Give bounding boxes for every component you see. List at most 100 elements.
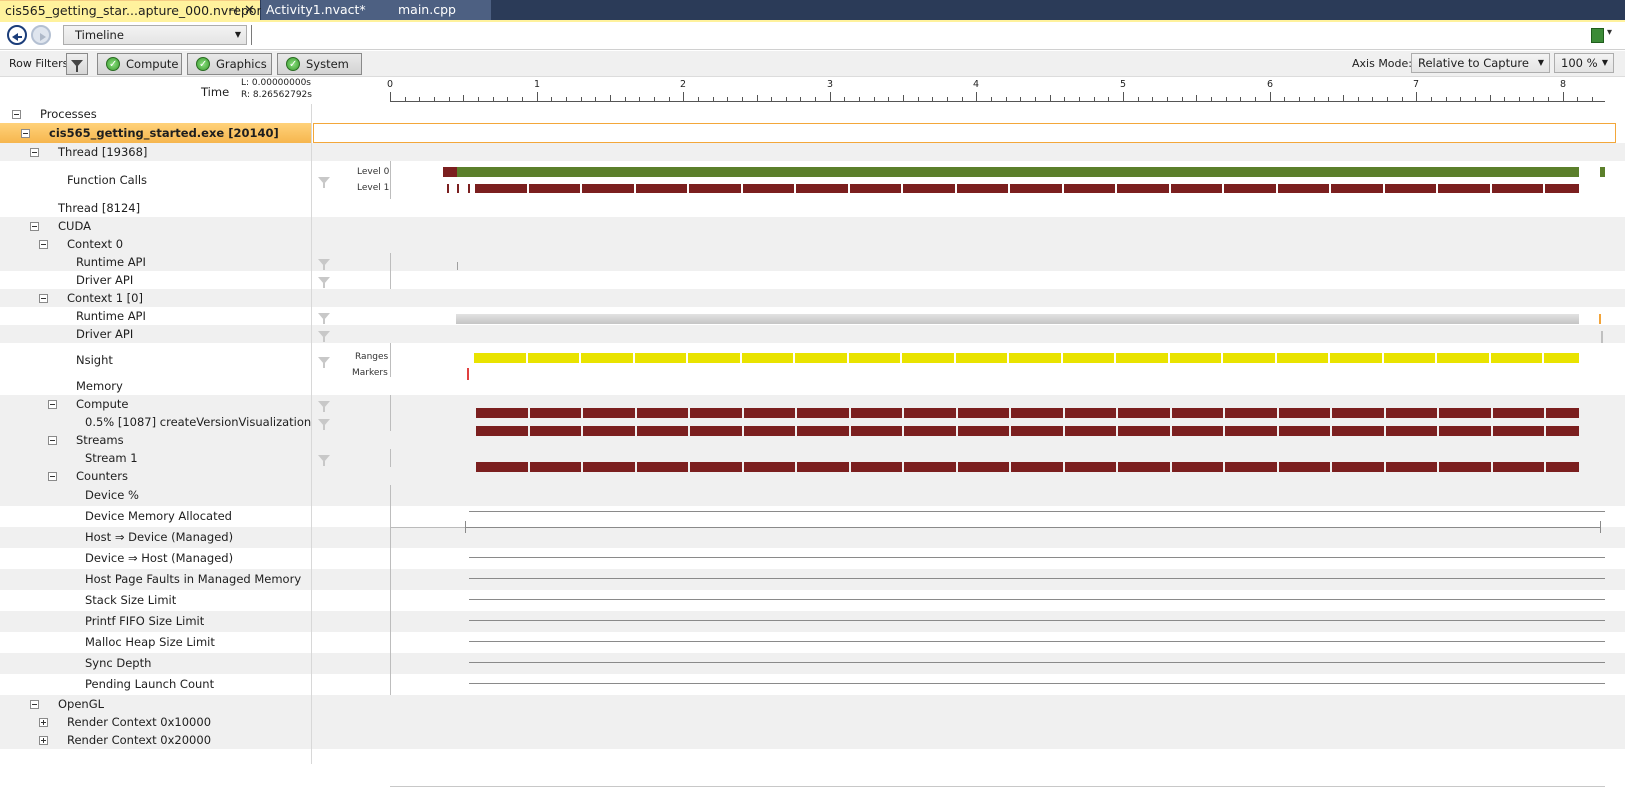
row-context1[interactable]: Context 1 [0] (0, 289, 1625, 307)
row-filter-icon[interactable] (318, 313, 330, 324)
row-device-pct[interactable]: Device % (0, 485, 1625, 506)
collapse-icon[interactable] (39, 294, 48, 303)
level1-call (849, 184, 901, 193)
row-memory[interactable]: Memory (0, 377, 1625, 395)
level1-call (689, 184, 741, 193)
collapse-icon[interactable] (48, 472, 57, 481)
nsight-range (1062, 353, 1114, 363)
expand-icon[interactable] (39, 736, 48, 745)
collapse-icon[interactable] (30, 700, 39, 709)
forward-button[interactable] (31, 25, 51, 45)
row-h2d[interactable]: Host ⇒ Device (Managed) (0, 527, 1625, 548)
zoom-select[interactable]: 100 % ▼ (1554, 53, 1614, 73)
row-filter-button[interactable] (66, 53, 88, 75)
collapse-icon[interactable] (30, 148, 39, 157)
kernel-launch (1332, 426, 1384, 436)
row-label: OpenGL (58, 697, 105, 711)
expand-icon[interactable] (39, 718, 48, 727)
level1-call (1170, 184, 1222, 193)
level1-call (475, 184, 527, 193)
compute-kernel (529, 408, 581, 418)
counter-line (469, 662, 1605, 663)
row-host-page-faults[interactable]: Host Page Faults in Managed Memory (0, 569, 1625, 590)
nsight-range (848, 353, 900, 363)
close-icon[interactable]: ✕ (244, 1, 255, 21)
row-filter-icon[interactable] (318, 331, 330, 342)
row-malloc-heap[interactable]: Malloc Heap Size Limit (0, 632, 1625, 653)
row-cuda[interactable]: CUDA (0, 217, 1625, 235)
compute-kernel (690, 408, 742, 418)
nsight-range (902, 353, 954, 363)
counter-line (469, 641, 1605, 642)
row-context0[interactable]: Context 0 (0, 235, 1625, 253)
row-filter-icon[interactable] (318, 259, 330, 270)
row-render-ctx1[interactable]: Render Context 0x10000 (0, 713, 1625, 731)
tab-activity[interactable]: Activity1.nvact* (261, 0, 384, 20)
row-pending-launch[interactable]: Pending Launch Count (0, 674, 1625, 695)
row-label: cis565_getting_started.exe [20140] (49, 126, 279, 140)
runtime-api-tick (457, 262, 458, 270)
axis-mode-select[interactable]: Relative to Capture ▼ (1411, 53, 1550, 73)
document-tab-bar: cis565_getting_star...apture_000.nvrepor… (0, 0, 1625, 20)
report-options-icon[interactable] (1591, 27, 1612, 43)
row-label: Device Memory Allocated (85, 509, 232, 523)
column-separator[interactable] (311, 104, 312, 764)
collapse-icon[interactable] (39, 240, 48, 249)
nsight-range (688, 353, 740, 363)
row-thread2[interactable]: Thread [8124] (0, 199, 1625, 217)
back-button[interactable] (7, 25, 27, 45)
time-label: Time (201, 85, 230, 99)
system-filter-button[interactable]: System (277, 53, 362, 75)
row-filter-icon[interactable] (318, 177, 330, 188)
row-thread1[interactable]: Thread [19368] (0, 143, 1625, 161)
collapse-icon[interactable] (30, 222, 39, 231)
stream1-kernel (636, 462, 688, 472)
compute-kernel (904, 408, 956, 418)
view-select[interactable]: Timeline ▼ (63, 25, 247, 45)
row-stack-size[interactable]: Stack Size Limit (0, 590, 1625, 611)
level1-call (468, 184, 470, 193)
compute-kernel (476, 408, 528, 418)
tab-main-cpp[interactable]: main.cpp (384, 0, 491, 20)
row-filter-icon[interactable] (318, 419, 330, 430)
nsight-range (1383, 353, 1435, 363)
row-opengl[interactable]: OpenGL (0, 695, 1625, 713)
row-render-ctx2[interactable]: Render Context 0x20000 (0, 731, 1625, 749)
row-sync-depth[interactable]: Sync Depth (0, 653, 1625, 674)
compute-filter-label: Compute (126, 57, 179, 71)
nsight-range (1223, 353, 1275, 363)
row-dev-mem-alloc[interactable]: Device Memory Allocated (0, 506, 1625, 527)
kernel-launch (476, 426, 528, 436)
collapse-icon[interactable] (48, 436, 57, 445)
sub-row-label: Ranges (355, 352, 389, 362)
row-filter-icon[interactable] (318, 401, 330, 412)
row-runtime-api-0[interactable]: Runtime API (0, 253, 1625, 271)
row-processes[interactable]: Processes (0, 105, 1625, 123)
ruler-tick-label: 8 (1560, 79, 1567, 90)
stream1-kernel (690, 462, 742, 472)
row-printf-fifo[interactable]: Printf FIFO Size Limit (0, 611, 1625, 632)
collapse-icon[interactable] (21, 129, 30, 138)
row-d2h[interactable]: Device ⇒ Host (Managed) (0, 548, 1625, 569)
pin-icon[interactable]: ⊣ (228, 1, 238, 21)
row-process[interactable]: cis565_getting_started.exe [20140] (0, 123, 1625, 143)
row-driver-api-0[interactable]: Driver API (0, 271, 1625, 289)
row-filter-icon[interactable] (318, 357, 330, 368)
collapse-icon[interactable] (12, 110, 21, 119)
compute-filter-button[interactable]: Compute (97, 53, 182, 75)
collapse-icon[interactable] (48, 400, 57, 409)
level1-call (742, 184, 794, 193)
check-icon (196, 55, 210, 75)
row-label: Render Context 0x20000 (67, 733, 212, 747)
row-filter-icon[interactable] (318, 455, 330, 466)
tab-nvreport[interactable]: cis565_getting_star...apture_000.nvrepor… (0, 0, 267, 21)
counter-line (465, 527, 1601, 528)
row-filter-icon[interactable] (318, 277, 330, 288)
graphics-filter-button[interactable]: Graphics (187, 53, 272, 75)
ruler-tick (830, 92, 831, 101)
kernel-launch (690, 426, 742, 436)
level1-call (457, 184, 459, 193)
row-driver-api-1[interactable]: Driver API (0, 325, 1625, 343)
ruler-tick (683, 92, 684, 101)
ruler-tick (390, 92, 391, 101)
